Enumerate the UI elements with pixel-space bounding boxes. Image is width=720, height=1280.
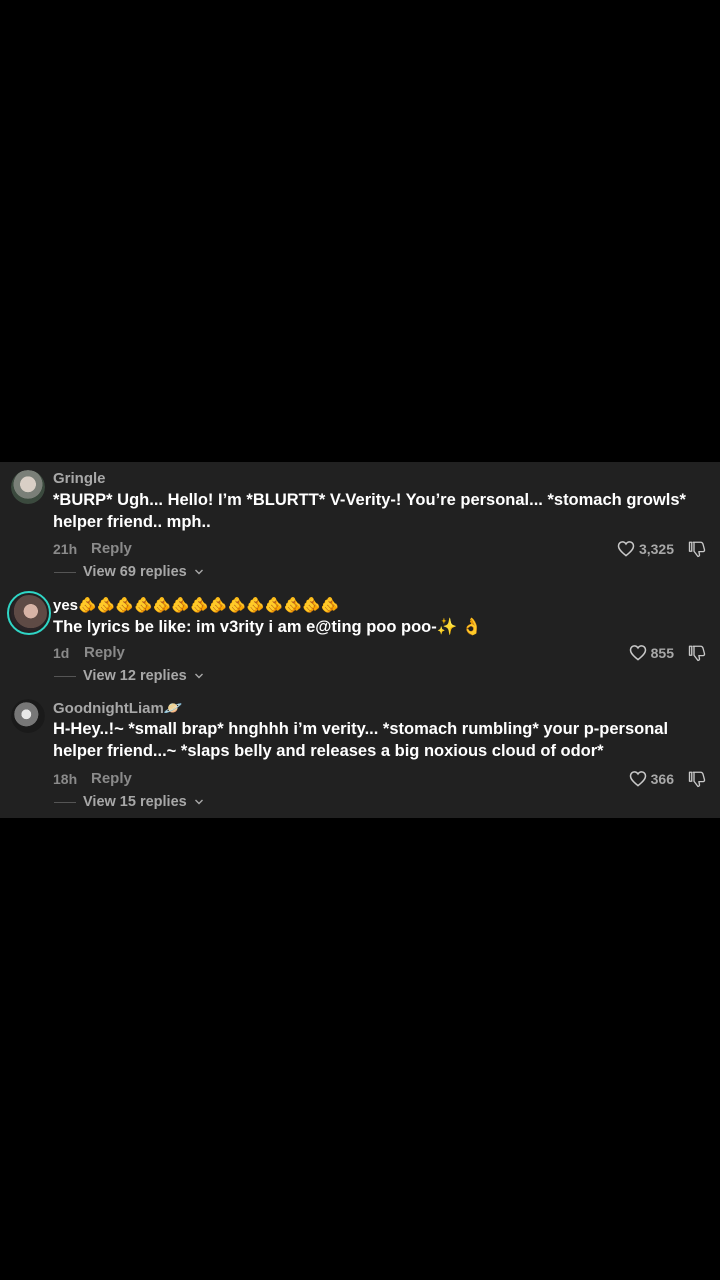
thumbs-down-outline-icon[interactable]: [688, 540, 706, 558]
view-replies-label: View 12 replies: [83, 668, 187, 684]
screen: Gringle *BURP* Ugh... Hello! I’m *BLURTT…: [0, 0, 720, 1280]
avatar[interactable]: [7, 591, 51, 635]
heart-outline-icon: [629, 770, 647, 787]
comment-text: The lyrics be like: im v3rity i am e@tin…: [53, 618, 483, 636]
thread-line: [54, 571, 76, 573]
reply-button[interactable]: Reply: [91, 770, 132, 787]
comment-timestamp: 21h: [53, 541, 78, 557]
chevron-down-icon: [194, 798, 204, 806]
like-button[interactable]: 3,325: [617, 540, 674, 557]
comment-timestamp: 18h: [53, 771, 78, 787]
heart-outline-icon: [629, 644, 647, 661]
heart-outline-icon: [617, 540, 635, 557]
view-replies-label: View 69 replies: [83, 564, 187, 580]
like-button[interactable]: 366: [629, 770, 674, 787]
view-replies-button[interactable]: View 12 replies: [54, 668, 204, 684]
thread-line: [54, 801, 76, 803]
reply-button[interactable]: Reply: [91, 540, 132, 557]
comment-username[interactable]: Gringle: [53, 470, 106, 487]
thread-line: [54, 675, 76, 677]
like-count: 3,325: [638, 540, 674, 557]
comment-username[interactable]: yes🫵🫵🫵🫵🫵🫵🫵🫵🫵🫵🫵🫵🫵🫵: [53, 596, 340, 614]
reply-button[interactable]: Reply: [84, 644, 125, 661]
chevron-down-icon: [194, 568, 204, 576]
view-replies-button[interactable]: View 69 replies: [54, 564, 204, 580]
comments-panel: Gringle *BURP* Ugh... Hello! I’m *BLURTT…: [0, 462, 720, 818]
chevron-down-icon: [194, 672, 204, 680]
comment-text: *BURP* Ugh... Hello! I’m *BLURTT* V-Veri…: [53, 491, 686, 531]
like-count: 855: [650, 644, 674, 661]
thumbs-down-outline-icon[interactable]: [688, 644, 706, 662]
avatar[interactable]: [11, 699, 45, 733]
comment-username[interactable]: GoodnightLiam🪐: [53, 699, 183, 717]
view-replies-label: View 15 replies: [83, 794, 187, 810]
view-replies-button[interactable]: View 15 replies: [54, 794, 204, 810]
like-count: 366: [650, 770, 674, 787]
avatar[interactable]: [11, 470, 45, 504]
like-button[interactable]: 855: [629, 644, 674, 661]
thumbs-down-outline-icon[interactable]: [688, 770, 706, 788]
comment-text: H-Hey..!~ *small brap* hnghhh i’m verity…: [53, 720, 669, 760]
comment-timestamp: 1d: [53, 645, 70, 661]
